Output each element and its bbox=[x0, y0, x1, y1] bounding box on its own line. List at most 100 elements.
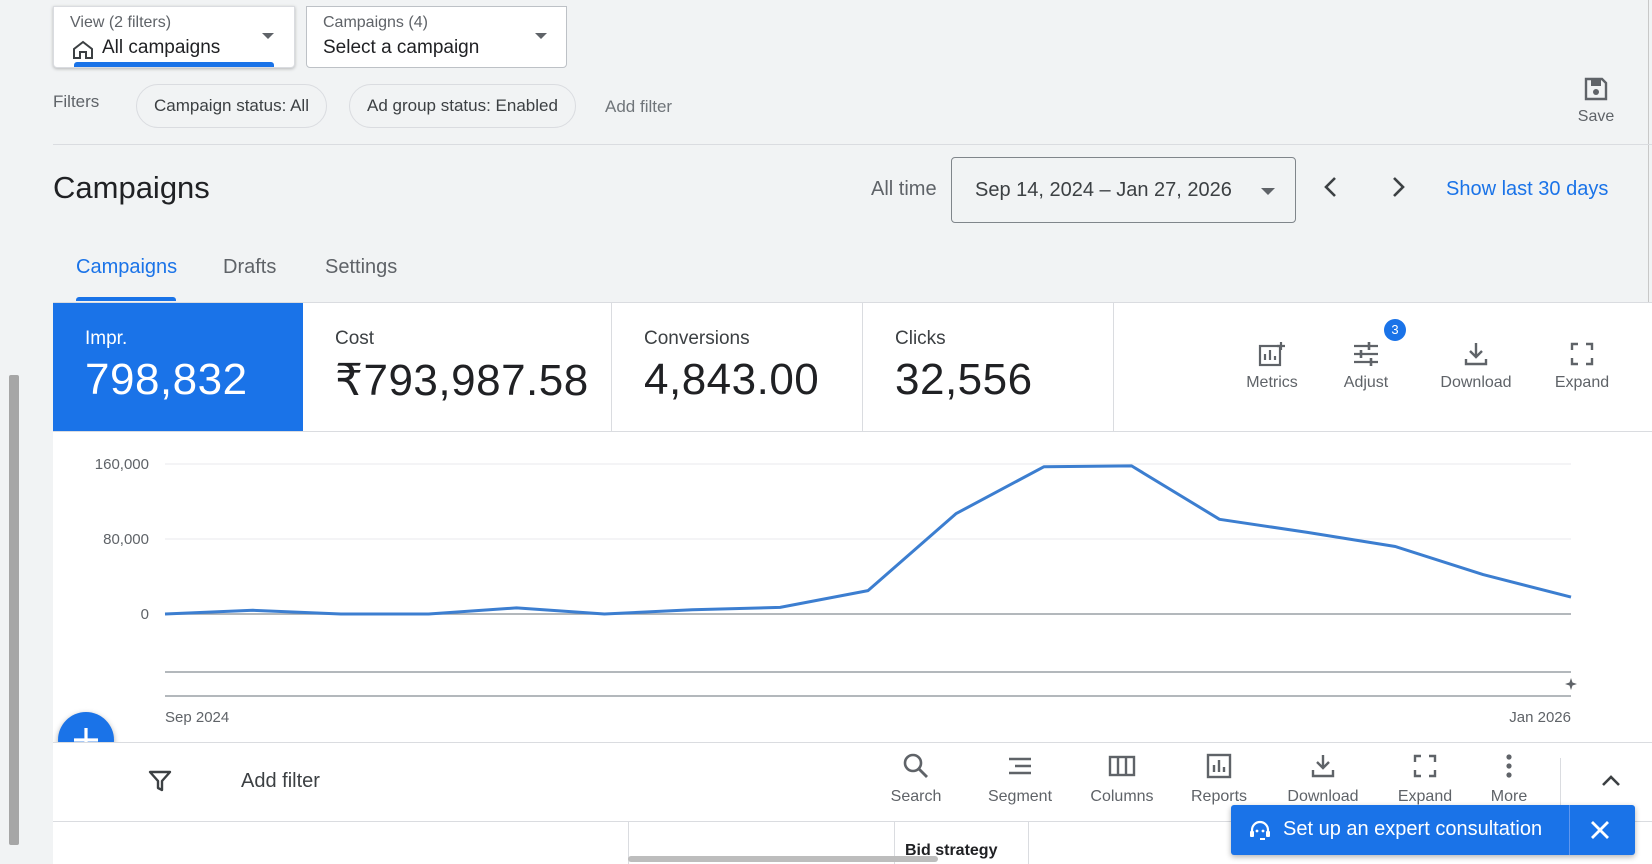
page-scrollbar[interactable] bbox=[9, 375, 19, 845]
scorecard-label: Conversions bbox=[644, 328, 750, 349]
more-label: More bbox=[1490, 788, 1528, 805]
download-label: Download bbox=[1440, 374, 1512, 391]
fullscreen-icon bbox=[1570, 342, 1594, 366]
date-range-picker[interactable]: Sep 14, 2024 – Jan 27, 2026 bbox=[951, 157, 1296, 223]
download-icon bbox=[1311, 755, 1335, 778]
columns-label: Columns bbox=[1090, 788, 1154, 805]
adjust-label: Adjust bbox=[1343, 374, 1389, 391]
expand-label: Expand bbox=[1554, 374, 1610, 391]
campaign-selector[interactable]: Campaigns (4) Select a campaign bbox=[306, 6, 567, 68]
chart-series-line bbox=[164, 464, 1572, 616]
next-period-button[interactable] bbox=[1383, 173, 1411, 201]
y-axis-tick-label: 0 bbox=[141, 606, 149, 623]
scorecard-value: 32,556 bbox=[895, 355, 1033, 404]
performance-chart: 160,000 80,000 0 Sep 2024 Jan 2026 bbox=[53, 432, 1652, 742]
show-last-30-days-link[interactable]: Show last 30 days bbox=[1446, 178, 1608, 201]
x-axis-start-label: Sep 2024 bbox=[165, 709, 229, 726]
table-reports-button[interactable]: Reports bbox=[1184, 752, 1254, 806]
filter-chip-campaign-status[interactable]: Campaign status: All bbox=[136, 84, 327, 128]
table-horizontal-scrollbar[interactable] bbox=[628, 856, 938, 862]
line-chart: 160,000 80,000 0 Sep 2024 Jan 2026 bbox=[95, 456, 1577, 726]
scorecard-impressions[interactable]: Impr. 798,832 bbox=[53, 303, 303, 431]
y-axis-tick-label: 160,000 bbox=[95, 456, 149, 473]
tab-settings[interactable]: Settings bbox=[325, 256, 397, 279]
table-more-button[interactable]: More bbox=[1483, 752, 1535, 806]
scorecard-value: 4,843.00 bbox=[644, 355, 820, 404]
x-axis-end-label: Jan 2026 bbox=[1509, 709, 1571, 726]
reports-icon bbox=[1206, 753, 1232, 779]
campaign-selector-value: Select a campaign bbox=[323, 37, 480, 58]
filter-chip-ad-group-status[interactable]: Ad group status: Enabled bbox=[349, 84, 576, 128]
chevron-down-icon bbox=[535, 33, 547, 39]
chart-expand-button[interactable]: Expand bbox=[1546, 340, 1618, 392]
scorecard-label: Impr. bbox=[85, 328, 128, 349]
search-label: Search bbox=[890, 788, 942, 805]
more-vert-icon bbox=[1506, 754, 1512, 778]
campaign-selector-caption: Campaigns (4) bbox=[323, 14, 428, 31]
chevron-up-icon bbox=[1602, 775, 1620, 786]
scorecard-value: 798,832 bbox=[85, 355, 248, 404]
section-divider bbox=[53, 144, 1652, 145]
chevron-down-icon bbox=[262, 33, 274, 39]
scorecard-label: Clicks bbox=[895, 328, 946, 349]
scorecard-conversions[interactable]: Conversions 4,843.00 bbox=[612, 303, 863, 431]
view-selector-caption: View (2 filters) bbox=[70, 14, 172, 31]
table-expand-button[interactable]: Expand bbox=[1389, 752, 1461, 806]
view-selector-active-indicator bbox=[74, 62, 274, 67]
table-download-button[interactable]: Download bbox=[1280, 752, 1366, 806]
filters-label: Filters bbox=[53, 92, 100, 111]
search-icon bbox=[903, 753, 928, 778]
table-add-filter[interactable]: Add filter bbox=[241, 770, 320, 793]
metric-scorecards: Impr. 798,832 Cost ₹793,987.58 Conversio… bbox=[53, 302, 1652, 432]
fullscreen-icon bbox=[1413, 754, 1437, 778]
view-selector[interactable]: View (2 filters) All campaigns bbox=[53, 6, 295, 68]
download-icon bbox=[1464, 343, 1488, 366]
segment-icon bbox=[1009, 757, 1031, 775]
active-tab-indicator bbox=[76, 297, 176, 301]
chevron-down-icon bbox=[1261, 188, 1275, 195]
table-columns-button[interactable]: Columns bbox=[1083, 752, 1161, 806]
sparkle-icon bbox=[1565, 678, 1577, 690]
scorecard-label: Cost bbox=[335, 328, 375, 349]
chevron-left-icon bbox=[1324, 177, 1336, 197]
reports-label: Reports bbox=[1190, 788, 1248, 805]
date-range-preset: All time bbox=[871, 178, 937, 200]
chart-download-button[interactable]: Download bbox=[1432, 340, 1520, 392]
date-range-value: Sep 14, 2024 – Jan 27, 2026 bbox=[975, 179, 1232, 201]
chevron-right-icon bbox=[1393, 177, 1405, 197]
collapse-chart-button[interactable] bbox=[1599, 769, 1623, 793]
support-agent-icon bbox=[1248, 819, 1272, 843]
save-view-button[interactable]: Save bbox=[1561, 76, 1631, 126]
consultation-text: Set up an expert consultation bbox=[1283, 818, 1543, 840]
metrics-button[interactable]: Metrics bbox=[1236, 340, 1308, 392]
adjust-button[interactable]: Adjust bbox=[1334, 340, 1398, 392]
scorecard-cost[interactable]: Cost ₹793,987.58 bbox=[303, 303, 612, 431]
toolbar-divider bbox=[1560, 758, 1561, 806]
column-divider bbox=[1028, 822, 1029, 864]
adjust-count-badge: 3 bbox=[1384, 319, 1406, 341]
tab-drafts[interactable]: Drafts bbox=[223, 256, 276, 279]
view-selector-value: All campaigns bbox=[102, 37, 221, 58]
download-label: Download bbox=[1287, 788, 1359, 805]
save-label: Save bbox=[1577, 108, 1615, 125]
expert-consultation-banner[interactable]: Set up an expert consultation bbox=[1231, 805, 1635, 855]
table-segment-button[interactable]: Segment bbox=[979, 752, 1061, 806]
close-icon[interactable] bbox=[1588, 818, 1612, 842]
expand-label: Expand bbox=[1397, 788, 1453, 805]
columns-icon bbox=[1108, 755, 1136, 777]
add-chart-icon bbox=[1258, 342, 1285, 367]
tune-icon bbox=[1354, 342, 1378, 366]
scorecard-value: ₹793,987.58 bbox=[335, 356, 589, 405]
scorecard-clicks[interactable]: Clicks 32,556 bbox=[863, 303, 1114, 431]
y-axis-tick-label: 80,000 bbox=[103, 531, 149, 548]
add-filter-link[interactable]: Add filter bbox=[605, 97, 672, 117]
banner-divider bbox=[1569, 805, 1570, 855]
filter-icon[interactable] bbox=[147, 768, 173, 794]
page-title: Campaigns bbox=[53, 170, 210, 205]
table-search-button[interactable]: Search bbox=[882, 752, 950, 806]
previous-period-button[interactable] bbox=[1318, 173, 1346, 201]
tab-campaigns[interactable]: Campaigns bbox=[76, 256, 177, 279]
save-icon bbox=[1583, 76, 1609, 102]
home-icon bbox=[72, 40, 94, 60]
metrics-label: Metrics bbox=[1246, 374, 1298, 391]
